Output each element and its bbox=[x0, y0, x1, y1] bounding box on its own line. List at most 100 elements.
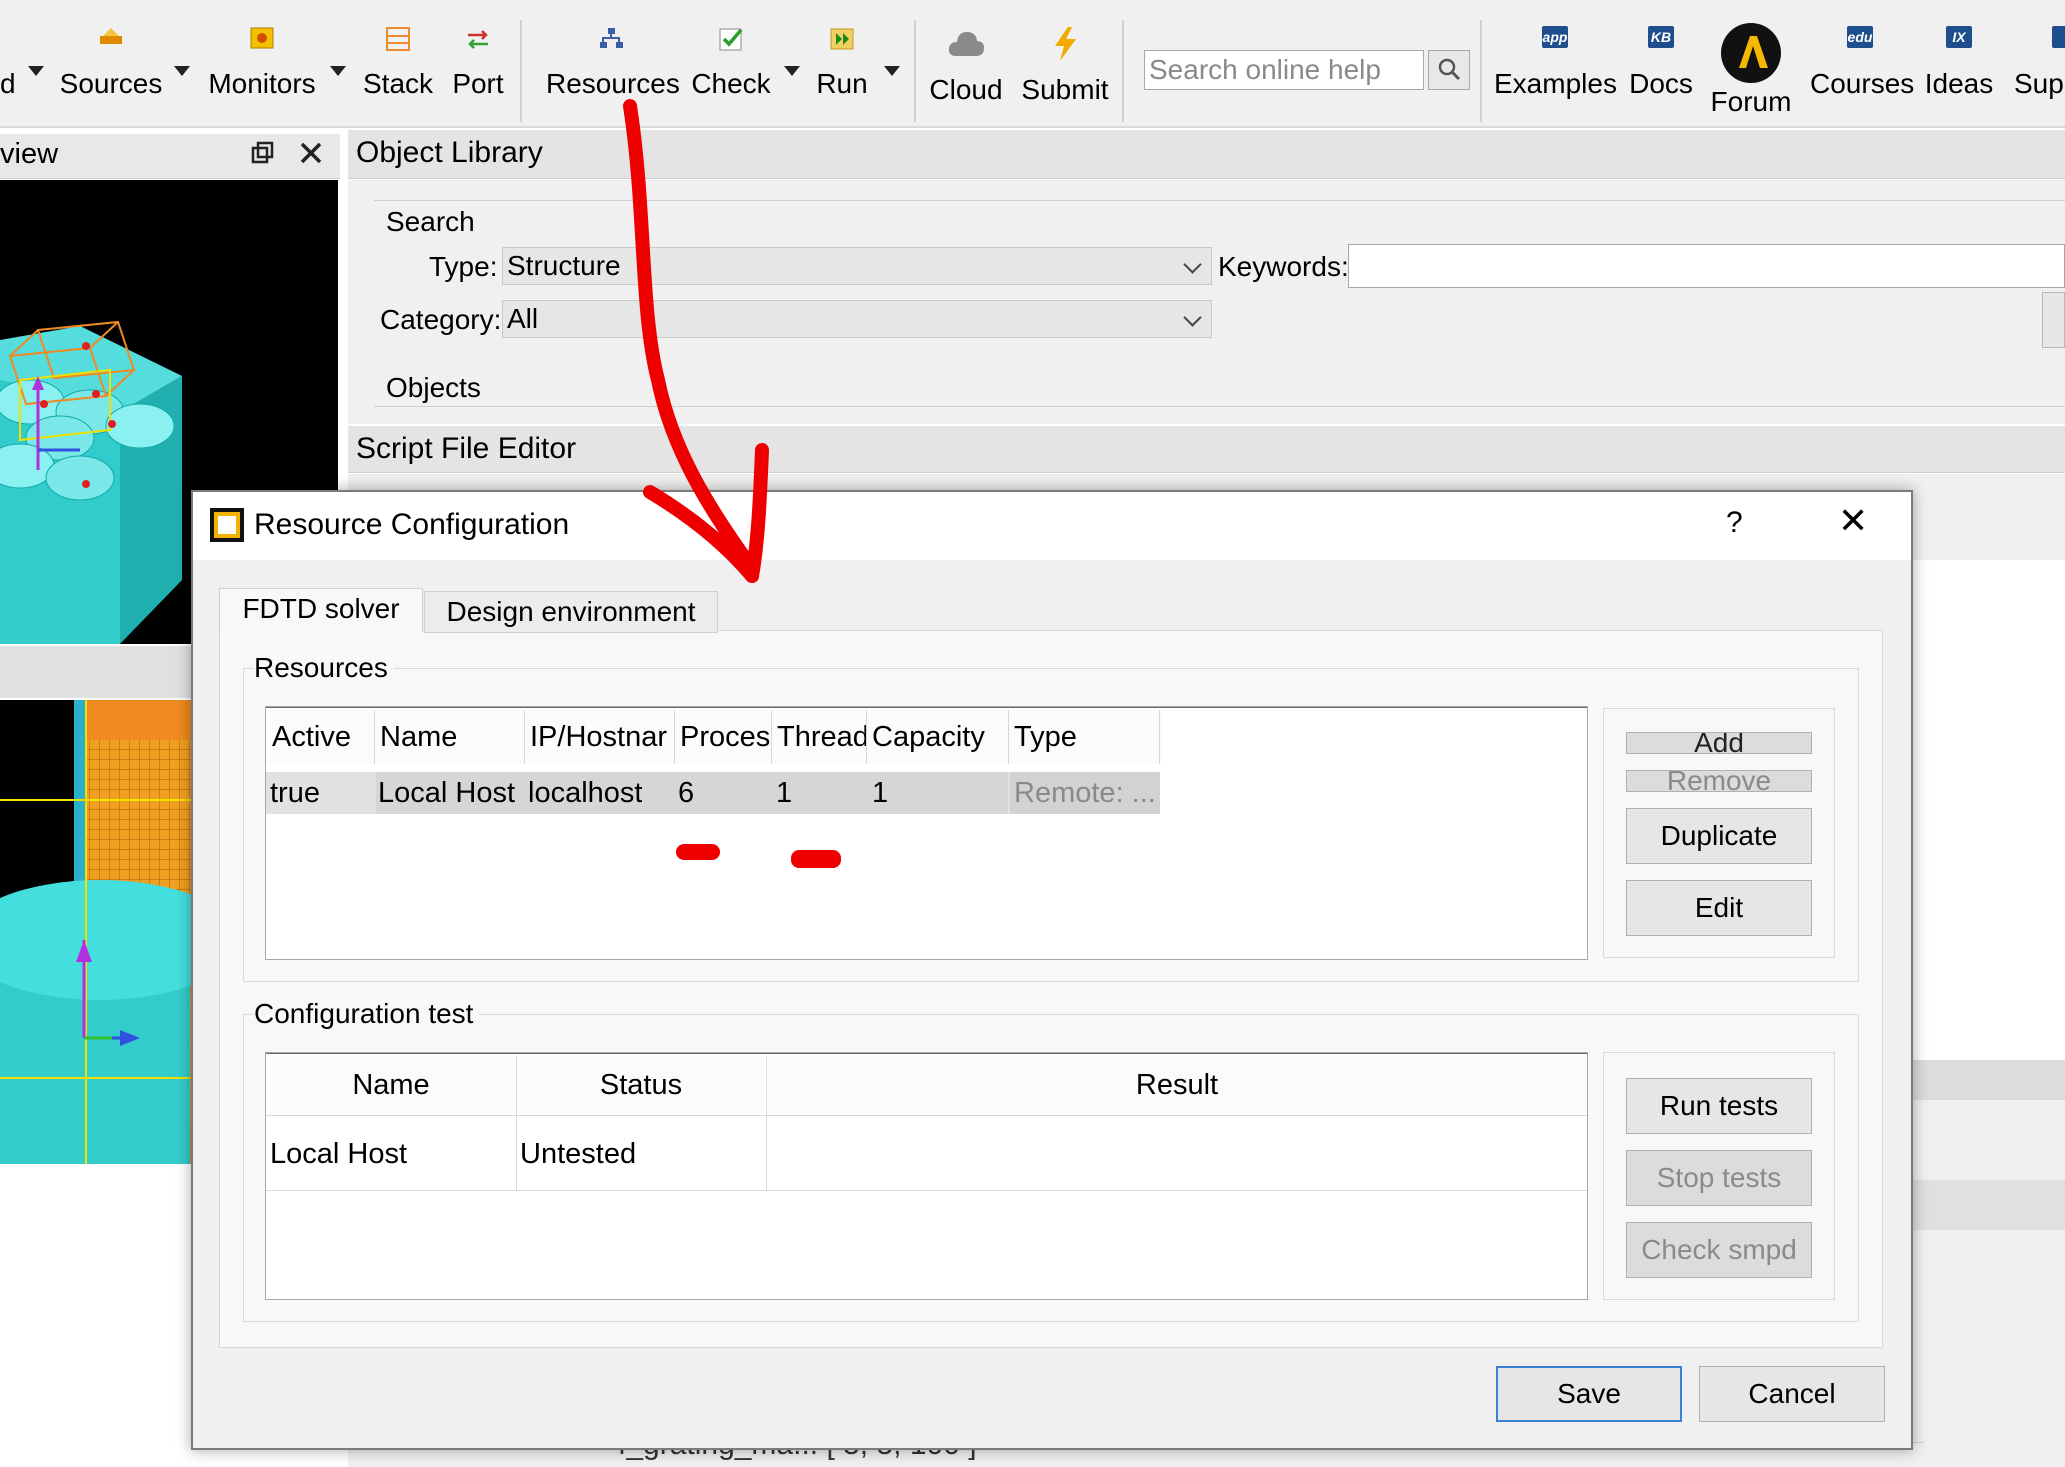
cell-test-name[interactable]: Local Host bbox=[270, 1132, 407, 1176]
col-header-name[interactable]: Name bbox=[376, 710, 526, 764]
col-divider bbox=[374, 710, 375, 764]
cell-host[interactable]: localhost bbox=[528, 772, 642, 814]
ribbon-item-docs[interactable]: KB Docs bbox=[1628, 26, 1694, 122]
stack-icon bbox=[386, 27, 410, 51]
cell-test-status[interactable]: Untested bbox=[520, 1132, 636, 1176]
col-divider bbox=[1008, 710, 1009, 764]
col-divider bbox=[524, 710, 525, 764]
type-label: Type: bbox=[429, 251, 498, 282]
background-table-row bbox=[1910, 1180, 2065, 1230]
annotation-arrow-icon bbox=[623, 99, 769, 583]
annotation-underline-processes bbox=[676, 844, 720, 860]
ix-icon: IX bbox=[1946, 26, 1972, 48]
tab-fdtd-solver[interactable]: FDTD solver bbox=[219, 588, 423, 632]
add-button[interactable]: Add bbox=[1626, 732, 1812, 754]
ribbon-separator bbox=[1122, 20, 1124, 122]
col-header-ip-hostname[interactable]: IP/Hostnar bbox=[526, 710, 676, 764]
cell-name[interactable]: Local Host bbox=[378, 772, 515, 814]
ribbon-item-support[interactable]: Sup bbox=[2014, 26, 2065, 122]
ribbon-item-sources[interactable]: Sources bbox=[56, 26, 166, 122]
col-header-capacity[interactable]: Capacity bbox=[868, 710, 1010, 764]
background-table-row bbox=[1910, 1060, 2065, 1100]
close-panel-icon[interactable] bbox=[298, 140, 324, 166]
ribbon-item-port[interactable]: Port bbox=[446, 26, 510, 122]
keywords-input[interactable] bbox=[1348, 244, 2065, 288]
category-select-value: All bbox=[507, 303, 539, 334]
chevron-down-icon[interactable] bbox=[784, 66, 800, 76]
ribbon-separator bbox=[1480, 20, 1482, 122]
chevron-down-icon[interactable] bbox=[884, 66, 900, 76]
stop-tests-button[interactable]: Stop tests bbox=[1626, 1150, 1812, 1206]
cell-processes[interactable]: 6 bbox=[678, 772, 694, 814]
ribbon-item-forum[interactable]: Forum bbox=[1706, 22, 1796, 126]
cancel-button[interactable]: Cancel bbox=[1699, 1366, 1885, 1422]
app-logo-icon bbox=[210, 508, 244, 542]
port-icon bbox=[468, 30, 488, 49]
chevron-down-icon[interactable] bbox=[28, 66, 44, 76]
row-divider bbox=[266, 1190, 1587, 1191]
objects-group-title: Objects bbox=[386, 372, 487, 404]
search-icon bbox=[1438, 58, 1461, 81]
cell-threads[interactable]: 1 bbox=[776, 772, 792, 814]
table-top-border bbox=[266, 1053, 1587, 1054]
keywords-label: Keywords: bbox=[1218, 251, 1349, 282]
run-tests-button[interactable]: Run tests bbox=[1626, 1078, 1812, 1134]
category-label: Category: bbox=[380, 304, 502, 335]
help-search-button[interactable] bbox=[1428, 50, 1470, 90]
col-header-result[interactable]: Result bbox=[768, 1056, 1586, 1114]
col-divider bbox=[674, 710, 675, 764]
ribbon-item-truncated[interactable]: d bbox=[0, 26, 22, 122]
check-smpd-button[interactable]: Check smpd bbox=[1626, 1222, 1812, 1278]
col-header-threads[interactable]: Thread bbox=[773, 710, 869, 764]
lightning-icon bbox=[1055, 27, 1076, 61]
search-button-partial[interactable] bbox=[2042, 292, 2065, 348]
table-top-border bbox=[266, 707, 1587, 708]
ribbon-item-ideas[interactable]: IX Ideas bbox=[1924, 26, 1994, 122]
ribbon-separator bbox=[520, 20, 522, 122]
ribbon-item-stack[interactable]: Stack bbox=[360, 26, 436, 122]
chevron-down-icon bbox=[1183, 308, 1202, 327]
sources-icon bbox=[100, 28, 122, 44]
col-header-status[interactable]: Status bbox=[518, 1056, 764, 1114]
col-header-processes[interactable]: Proces bbox=[676, 710, 774, 764]
edu-icon: edu bbox=[1847, 26, 1873, 48]
col-header-active[interactable]: Active bbox=[268, 710, 378, 764]
ribbon-item-monitors[interactable]: Monitors bbox=[204, 26, 320, 122]
col-header-name[interactable]: Name bbox=[268, 1056, 514, 1114]
script-editor-text-area[interactable] bbox=[1910, 560, 2065, 1060]
ribbon-item-cloud[interactable]: Cloud bbox=[926, 26, 1006, 126]
row-divider bbox=[266, 1115, 1587, 1116]
restore-window-icon[interactable] bbox=[250, 140, 276, 166]
duplicate-button[interactable]: Duplicate bbox=[1626, 808, 1812, 864]
view-panel-title: view bbox=[0, 138, 59, 170]
chevron-down-icon bbox=[1183, 255, 1202, 274]
chevron-down-icon[interactable] bbox=[330, 66, 346, 76]
dialog-close-button[interactable]: ✕ bbox=[1838, 500, 1868, 542]
kb-icon: KB bbox=[1648, 26, 1674, 48]
run-icon bbox=[830, 28, 854, 50]
cloud-icon bbox=[948, 32, 984, 56]
col-divider bbox=[766, 1056, 767, 1190]
annotation-underline-threads bbox=[791, 850, 841, 868]
ribbon-item-run[interactable]: Run bbox=[810, 26, 874, 122]
cell-active[interactable]: true bbox=[270, 772, 320, 814]
chevron-down-icon[interactable] bbox=[174, 66, 190, 76]
cell-capacity[interactable]: 1 bbox=[872, 772, 888, 814]
edit-button[interactable]: Edit bbox=[1626, 880, 1812, 936]
ribbon-item-examples[interactable]: app Examples bbox=[1494, 26, 1617, 122]
save-button[interactable]: Save bbox=[1496, 1366, 1682, 1422]
monitors-icon bbox=[250, 27, 274, 49]
support-icon bbox=[2052, 26, 2065, 48]
search-group-title: Search bbox=[386, 206, 481, 238]
resources-group-title: Resources bbox=[254, 652, 394, 684]
check-icon bbox=[719, 28, 743, 51]
dialog-help-button[interactable]: ? bbox=[1726, 506, 1743, 540]
ribbon-item-submit[interactable]: Submit bbox=[1018, 26, 1112, 126]
app-icon: app bbox=[1542, 26, 1568, 48]
col-header-type[interactable]: Type bbox=[1010, 710, 1162, 764]
forum-logo-icon bbox=[1721, 23, 1781, 83]
cell-type[interactable]: Remote: ... bbox=[1014, 772, 1156, 814]
help-search-input[interactable]: Search online help bbox=[1144, 50, 1424, 90]
remove-button[interactable]: Remove bbox=[1626, 770, 1812, 792]
ribbon-item-courses[interactable]: edu Courses bbox=[1810, 26, 1914, 122]
